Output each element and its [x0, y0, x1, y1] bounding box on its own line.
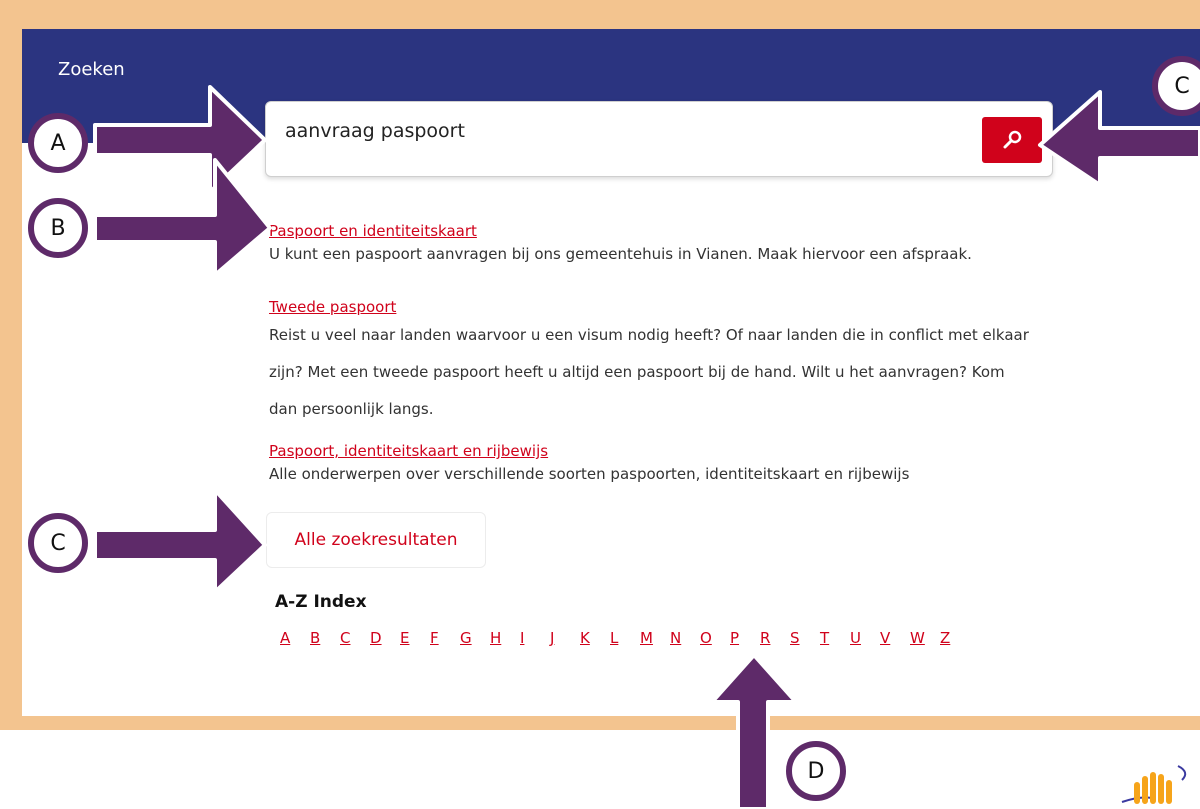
annotation-marker-c: C — [28, 513, 88, 573]
arrow-c-bottom — [93, 488, 267, 594]
annotation-arrows — [93, 85, 1200, 809]
arrow-a — [93, 85, 267, 194]
annotation-marker-a: A — [28, 113, 88, 173]
arrow-d — [710, 653, 798, 809]
annotation-marker-b: B — [28, 198, 88, 258]
annotation-marker-d: D — [786, 741, 846, 801]
arrow-b — [93, 158, 272, 277]
